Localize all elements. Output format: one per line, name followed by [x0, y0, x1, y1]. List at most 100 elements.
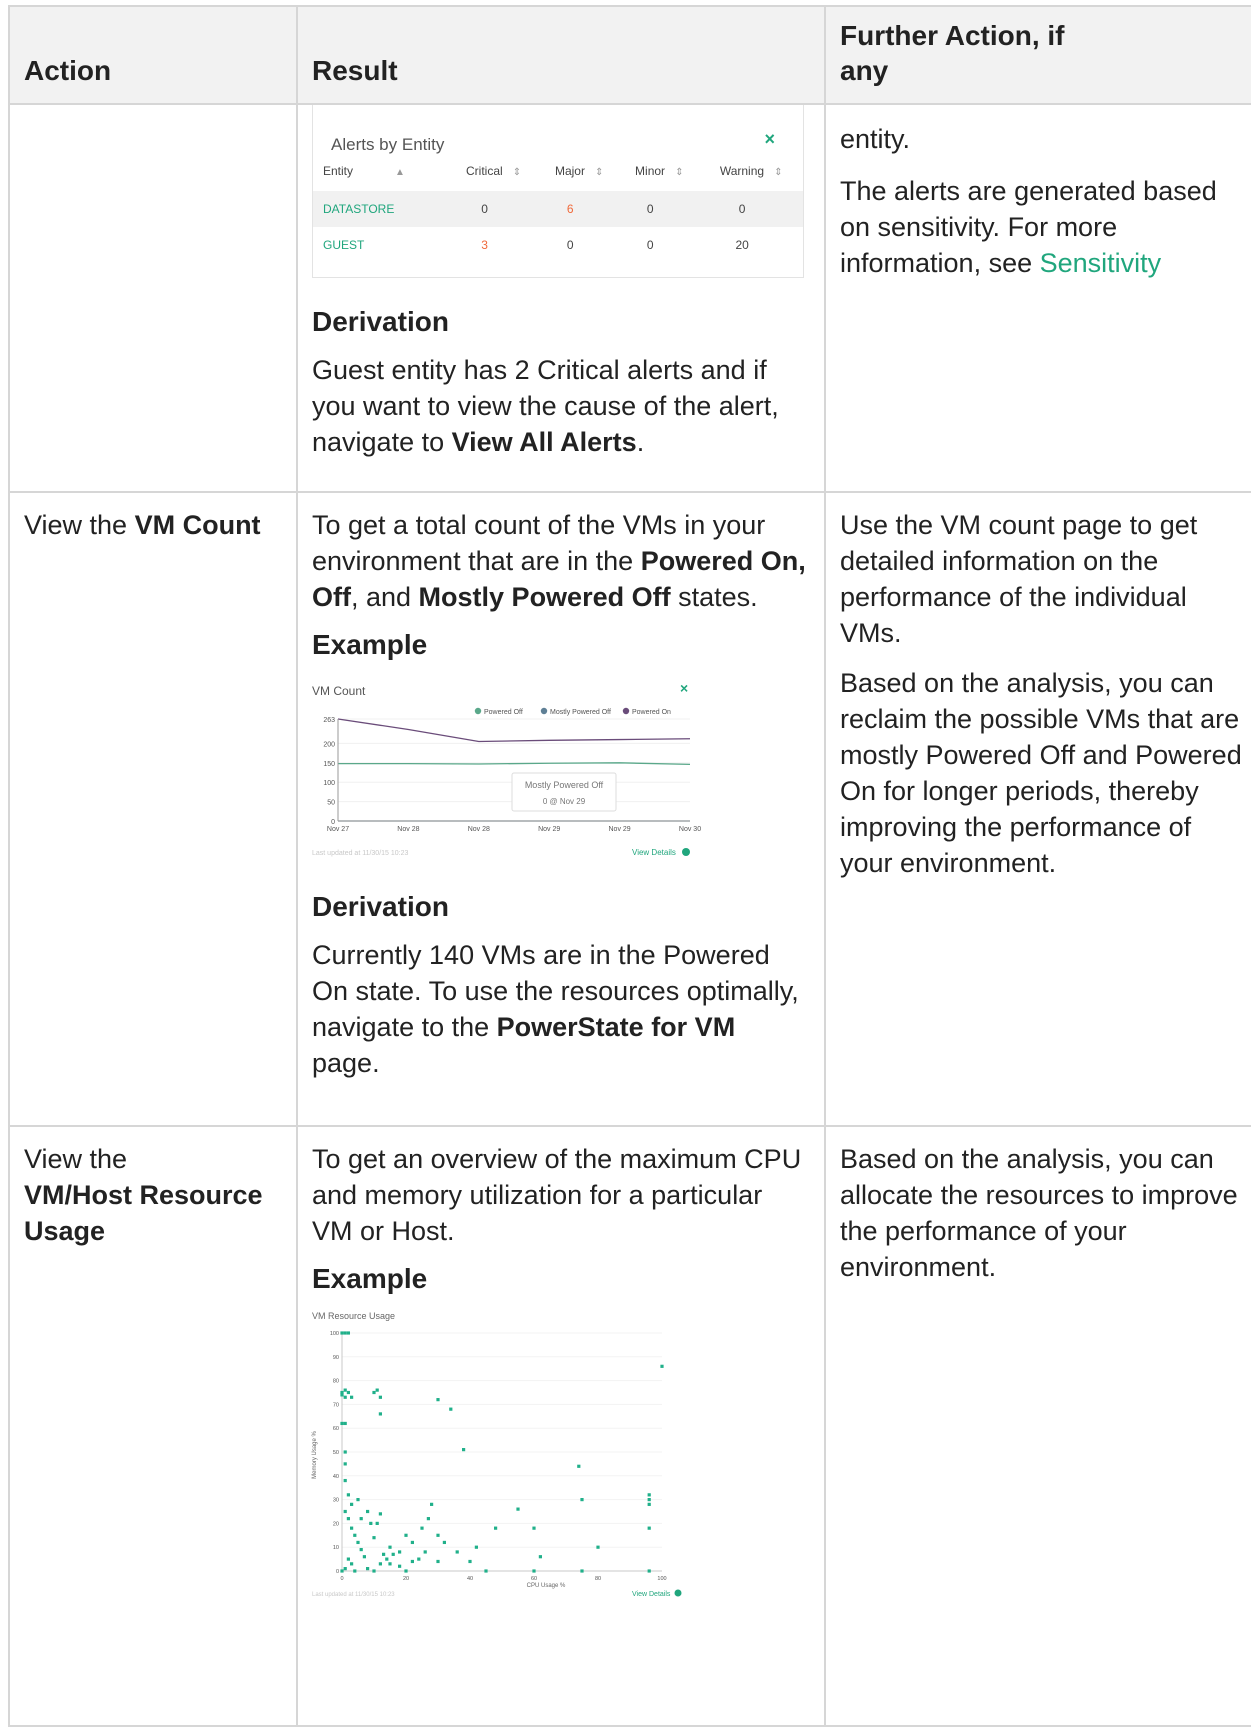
y-tick-label: 263 [323, 717, 335, 724]
x-axis-label: CPU Usage % [527, 1583, 566, 1589]
header-result: Result [296, 5, 826, 105]
data-point [375, 1521, 379, 1525]
data-point [350, 1502, 354, 1506]
y-tick-label: 60 [333, 1426, 339, 1432]
y-tick-label: 50 [333, 1450, 339, 1456]
y-tick-label: 150 [323, 761, 335, 768]
col-major[interactable]: Major ⇕ [539, 153, 619, 191]
data-point [353, 1533, 357, 1537]
data-point [449, 1407, 453, 1411]
data-point [388, 1562, 392, 1566]
data-point [369, 1521, 373, 1525]
data-point [350, 1395, 354, 1399]
x-tick-label: Nov 29 [538, 826, 560, 833]
data-point [596, 1545, 600, 1549]
data-point [346, 1557, 350, 1561]
cell-major: 0 [566, 238, 574, 252]
data-point [494, 1526, 498, 1530]
y-tick-label: 30 [333, 1498, 339, 1504]
row2-further-cell: Use the VM count page to get detailed in… [824, 491, 1251, 1127]
row-alerts: Alerts by Entity × Entity ▲ Critical ⇕ Maj… [8, 103, 1251, 493]
further-text: The alerts are generated based on sensit… [840, 176, 1217, 278]
header-further-action: Further Action, if any [824, 5, 1251, 105]
data-point [474, 1545, 478, 1549]
view-details-link[interactable]: View Details [632, 1591, 671, 1598]
y-tick-label: 90 [333, 1355, 339, 1361]
data-point [378, 1512, 382, 1516]
data-point [455, 1550, 459, 1554]
derivation-heading: Derivation [312, 891, 449, 922]
further-text: entity. [840, 124, 911, 154]
data-point [343, 1509, 347, 1514]
data-point [340, 1569, 344, 1573]
data-point [404, 1569, 408, 1573]
further-text: Based on the analysis, you can allocate … [840, 1144, 1238, 1282]
data-point [580, 1569, 584, 1573]
legend-label: Powered On [632, 709, 671, 716]
data-point [372, 1569, 376, 1573]
last-updated: Last updated at 11/30/15 10:23 [312, 850, 409, 857]
data-point [372, 1390, 376, 1395]
legend-marker [474, 707, 482, 715]
data-point [346, 1517, 350, 1521]
vm-resource-usage-chart: VM Resource Usage 0 10 20 30 40 50 60 70 80 90 100… [312, 1311, 682, 1598]
x-tick-label: 40 [467, 1576, 473, 1582]
data-point [398, 1564, 402, 1568]
row2-result-cell: To get a total count of the VMs in your … [296, 491, 826, 1127]
view-details-link[interactable]: View Details [632, 848, 676, 857]
data-point [346, 1493, 350, 1497]
sensitivity-link[interactable]: Sensitivity [1040, 248, 1162, 278]
cell-major: 6 [566, 202, 574, 216]
data-point [577, 1464, 581, 1468]
row1-result-cell: Alerts by Entity × Entity ▲ Critical ⇕ Maj… [296, 103, 826, 493]
y-tick-label: 50 [327, 800, 335, 807]
x-tick-label: Nov 29 [609, 826, 631, 833]
data-point [343, 1421, 347, 1426]
data-point [436, 1559, 440, 1564]
close-icon[interactable]: × [680, 680, 688, 696]
data-point [647, 1493, 651, 1497]
data-point [343, 1388, 347, 1392]
y-tick-label: 0 [331, 819, 335, 826]
data-point [343, 1395, 347, 1399]
data-point [356, 1498, 360, 1502]
row3-result-cell: To get an overview of the maximum CPU an… [296, 1125, 826, 1727]
data-point [343, 1567, 347, 1571]
row-resource-usage: View the VM/Host Resource Usage To get a… [8, 1125, 1251, 1727]
data-point [343, 1331, 347, 1335]
x-tick-label: 0 [340, 1576, 343, 1582]
entity-link[interactable]: GUEST [313, 227, 448, 263]
cell-minor: 0 [646, 238, 654, 252]
col-critical[interactable]: Critical ⇕ [448, 153, 539, 191]
data-point [388, 1545, 392, 1549]
data-point [343, 1462, 347, 1466]
col-warning[interactable]: Warning ⇕ [699, 153, 803, 191]
data-point [385, 1557, 389, 1561]
arrow-right-icon [682, 848, 690, 856]
entity-link[interactable]: DATASTORE [313, 191, 448, 227]
data-point [372, 1536, 376, 1540]
data-point [340, 1331, 344, 1335]
last-updated: Last updated at 11/30/15 10:23 [312, 1592, 395, 1598]
data-point [580, 1498, 584, 1502]
arrow-right-icon [674, 1589, 682, 1597]
legend-marker [622, 707, 630, 715]
data-point [420, 1526, 424, 1530]
y-tick-label: 100 [330, 1331, 339, 1337]
cell-critical: 0 [481, 202, 488, 216]
col-minor[interactable]: Minor ⇕ [619, 153, 699, 191]
y-tick-label: 10 [333, 1545, 339, 1551]
close-icon[interactable]: × [764, 121, 775, 157]
data-point [378, 1562, 382, 1566]
derivation-text: Currently 140 VMs are in the Powered On … [312, 940, 799, 1078]
data-point [532, 1526, 536, 1530]
data-point [375, 1388, 379, 1392]
row3-action-cell: View the VM/Host Resource Usage [8, 1125, 298, 1727]
data-point [468, 1559, 472, 1564]
data-point [647, 1569, 651, 1573]
data-point [462, 1448, 466, 1452]
data-point [343, 1478, 347, 1483]
x-tick-label: Nov 27 [327, 826, 349, 833]
example-heading: Example [312, 1263, 428, 1294]
cell-warning: 20 [735, 238, 749, 252]
